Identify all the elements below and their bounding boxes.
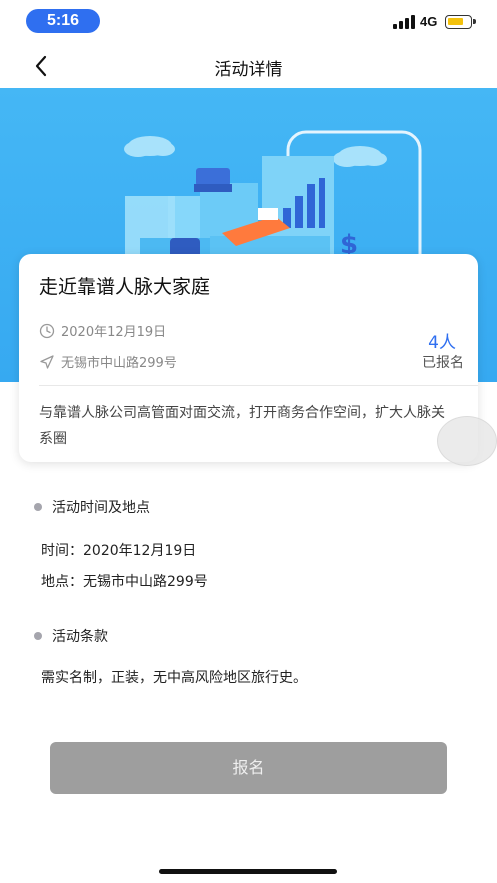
network-type: 4G bbox=[420, 14, 438, 29]
status-bar: 5:16 4G bbox=[0, 0, 497, 44]
home-indicator bbox=[159, 869, 337, 874]
location-arrow-icon bbox=[40, 354, 54, 369]
signup-count: 4人 bbox=[428, 333, 456, 353]
event-date-row: 2020年12月19日 bbox=[39, 321, 166, 340]
floating-assistive-button[interactable] bbox=[437, 416, 497, 466]
event-card: 走近靠谱人脉大家庭 2020年12月19日 无锡市中山路299号 4人 已报名 … bbox=[19, 254, 497, 466]
event-address-row: 无锡市中山路299号 bbox=[39, 352, 177, 371]
nav-bar: 活动详情 bbox=[0, 44, 497, 88]
event-title: 走近靠谱人脉大家庭 bbox=[39, 276, 211, 298]
event-date: 2020年12月19日 bbox=[61, 325, 167, 340]
bullet-dot bbox=[34, 632, 42, 640]
battery-icon bbox=[445, 15, 476, 29]
terms-text: 需实名制，正装，无中高风险地区旅行史。 bbox=[41, 670, 307, 686]
signup-button[interactable]: 报名 bbox=[50, 742, 447, 794]
time-place-heading: 活动时间及地点 bbox=[34, 497, 150, 517]
terms-heading-text: 活动条款 bbox=[52, 629, 108, 645]
event-description: 与靠谱人脉公司高管面对面交流，打开商务合作空间，扩大人脉关系圈 bbox=[39, 405, 445, 447]
signal-icon bbox=[393, 15, 415, 29]
time-line: 时间：2020年12月19日 bbox=[41, 543, 197, 559]
clock-icon bbox=[39, 323, 55, 338]
signup-count-label: 已报名 bbox=[422, 355, 464, 371]
time-place-heading-text: 活动时间及地点 bbox=[52, 500, 150, 516]
bullet-dot bbox=[34, 503, 42, 511]
place-line: 地点：无锡市中山路299号 bbox=[41, 574, 208, 590]
event-address: 无锡市中山路299号 bbox=[61, 356, 177, 371]
page-title: 活动详情 bbox=[214, 60, 283, 80]
status-time: 5:16 bbox=[26, 9, 100, 33]
divider bbox=[39, 385, 478, 386]
terms-heading: 活动条款 bbox=[34, 626, 108, 646]
